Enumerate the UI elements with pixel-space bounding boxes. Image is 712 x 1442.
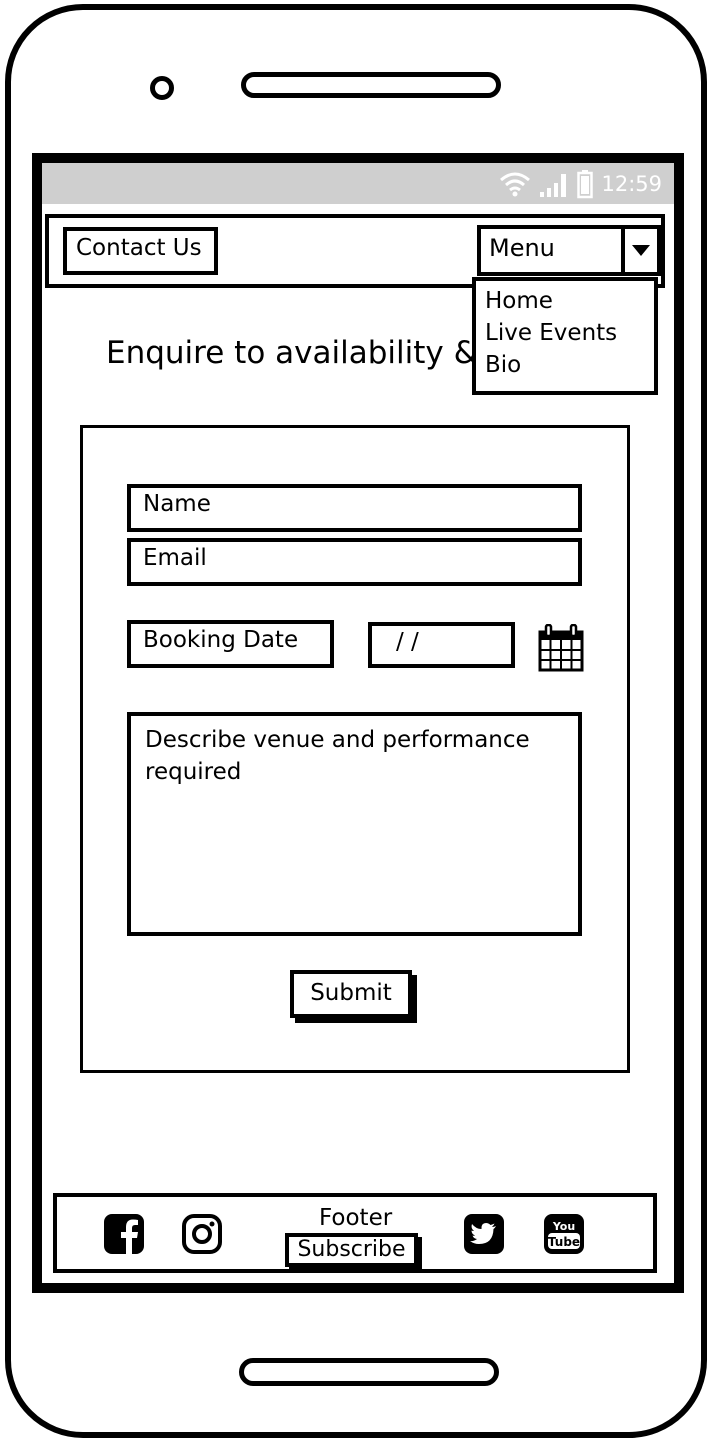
page-title: Enquire to availability & [106,335,478,371]
screen: 12:59 Contact Us Menu Home Live Events B… [32,153,684,1293]
wifi-icon [499,171,531,197]
battery-icon [577,169,594,199]
svg-text:Tube: Tube [548,1235,580,1249]
home-bar[interactable] [239,1358,499,1386]
calendar-icon[interactable] [538,623,584,676]
menu-item-bio[interactable]: Bio [485,349,654,381]
menu-dropdown-list: Home Live Events Bio [472,277,658,395]
facebook-icon[interactable] [103,1213,145,1259]
footer-title: Footer [319,1205,393,1231]
speaker-grille [241,72,501,98]
camera-icon [150,76,174,100]
submit-button[interactable]: Submit [290,970,412,1018]
email-field[interactable]: Email [127,538,582,586]
twitter-icon[interactable] [463,1213,505,1259]
instagram-icon[interactable] [181,1213,223,1259]
youtube-icon[interactable]: You Tube [543,1213,585,1259]
footer: Footer Subscribe You Tube [53,1193,657,1273]
menu-item-live-events[interactable]: Live Events [485,317,654,349]
contact-us-button[interactable]: Contact Us [63,227,218,275]
description-textarea[interactable]: Describe venue and performance required [127,712,582,936]
enquiry-form: Name Email Booking Date / / Describe ven… [80,425,630,1073]
status-bar: 12:59 [42,163,674,204]
chevron-down-icon[interactable] [621,229,657,272]
menu-item-home[interactable]: Home [485,285,654,317]
menu-dropdown-select[interactable]: Menu [477,225,661,276]
svg-text:You: You [552,1220,575,1233]
status-time: 12:59 [601,172,662,196]
name-field[interactable]: Name [127,484,582,532]
menu-label: Menu [489,234,555,262]
booking-date-input[interactable]: / / [368,622,515,668]
subscribe-button[interactable]: Subscribe [285,1233,418,1267]
signal-icon [539,170,569,198]
booking-date-label: Booking Date [127,620,334,668]
